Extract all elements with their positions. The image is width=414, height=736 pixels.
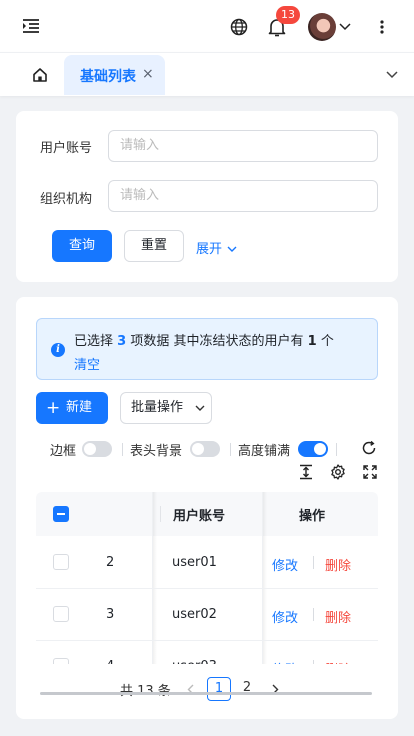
divider <box>230 443 231 456</box>
table-card: i 已选择 3 项数据 其中冻结状态的用户有 1 个 清空 + 新建 批量操作 … <box>16 297 398 719</box>
frozen-count: 1 <box>307 334 317 349</box>
settings-icon[interactable] <box>329 463 347 481</box>
reset-button[interactable]: 重置 <box>124 230 184 262</box>
row-account: user02 <box>172 607 217 622</box>
divider <box>122 443 123 456</box>
horizontal-scrollbar[interactable] <box>40 692 372 695</box>
plus-icon: + <box>46 398 61 418</box>
row-checkbox[interactable] <box>53 554 69 570</box>
tab-bar: 基础列表 × <box>0 52 414 96</box>
chevron-down-icon <box>195 405 205 411</box>
new-button[interactable]: + 新建 <box>36 392 108 424</box>
account-label: 用户账号 <box>40 141 93 156</box>
column-header-account: 用户账号 <box>173 509 226 524</box>
batch-label: 批量操作 <box>131 400 184 415</box>
header-bg-switch-label: 表头背景 <box>130 444 183 459</box>
org-input[interactable]: 请输入 <box>108 180 378 212</box>
header-bg-switch[interactable] <box>190 441 220 457</box>
globe-icon[interactable] <box>228 16 250 38</box>
table-row: 3 user02 修改 删除 <box>36 589 378 641</box>
border-switch[interactable] <box>82 441 112 457</box>
pagination: 共 13 条 1 2 <box>16 677 398 701</box>
border-switch-label: 边框 <box>50 444 77 459</box>
table-row: 2 user01 修改 删除 <box>36 537 378 589</box>
selected-count: 3 <box>117 334 127 349</box>
alert-mid: 项数据 其中冻结状态的用户有 <box>130 334 304 349</box>
selection-alert: i 已选择 3 项数据 其中冻结状态的用户有 1 个 清空 <box>36 318 378 380</box>
next-page-icon[interactable] <box>267 680 283 698</box>
page-1-button[interactable]: 1 <box>207 677 231 701</box>
fullscreen-icon[interactable] <box>361 463 379 481</box>
edit-link[interactable]: 修改 <box>272 555 298 574</box>
alert-prefix: 已选择 <box>74 334 114 349</box>
notification-badge: 13 <box>276 6 300 24</box>
new-button-label: 新建 <box>66 400 93 415</box>
divider <box>336 443 337 456</box>
row-checkbox[interactable] <box>53 658 69 664</box>
delete-link[interactable]: 删除 <box>325 555 351 574</box>
prev-page-icon[interactable] <box>182 680 198 698</box>
select-all-checkbox[interactable] <box>53 506 69 522</box>
chevron-down-icon[interactable] <box>338 20 352 34</box>
menu-fold-icon[interactable] <box>20 16 42 36</box>
chevron-down-icon[interactable] <box>384 68 400 82</box>
edit-link[interactable]: 修改 <box>272 607 298 626</box>
tab-label: 基础列表 <box>80 69 136 85</box>
row-index: 2 <box>106 555 115 570</box>
column-header-actions: 操作 <box>299 509 326 524</box>
edit-link[interactable]: 修改 <box>272 659 298 664</box>
selection-summary: 已选择 3 项数据 其中冻结状态的用户有 1 个 <box>74 330 334 349</box>
column-height-icon[interactable] <box>297 463 315 481</box>
table-row: 4 user03 修改 删除 <box>36 641 378 664</box>
home-icon[interactable] <box>18 53 62 97</box>
chevron-down-icon <box>227 246 237 252</box>
row-index: 3 <box>106 607 115 622</box>
data-table: 用户账号 操作 2 user01 修改 删除 3 user02 修改 删除 4 … <box>36 492 378 664</box>
row-account: user01 <box>172 555 217 570</box>
fill-height-switch-label: 高度铺满 <box>238 444 291 459</box>
info-icon: i <box>51 343 65 357</box>
org-label: 组织机构 <box>40 192 93 207</box>
delete-link[interactable]: 删除 <box>325 659 351 664</box>
top-header: 13 <box>0 0 414 52</box>
query-button[interactable]: 查询 <box>52 230 112 262</box>
row-account: user03 <box>172 659 217 664</box>
total-count: 共 13 条 <box>120 680 171 699</box>
delete-link[interactable]: 删除 <box>325 607 351 626</box>
row-index: 4 <box>106 659 114 664</box>
alert-suffix: 个 <box>320 334 334 349</box>
clear-selection-link[interactable]: 清空 <box>74 354 100 373</box>
table-header: 用户账号 操作 <box>36 492 378 536</box>
close-icon[interactable]: × <box>142 66 154 82</box>
more-vertical-icon[interactable] <box>374 16 390 38</box>
expand-link[interactable]: 展开 <box>196 238 237 257</box>
account-input[interactable]: 请输入 <box>108 130 378 162</box>
refresh-icon[interactable] <box>360 439 378 457</box>
batch-actions-dropdown[interactable]: 批量操作 <box>120 392 212 424</box>
page-2-button[interactable]: 2 <box>235 677 259 701</box>
expand-label: 展开 <box>196 242 223 257</box>
fill-height-switch[interactable] <box>298 441 328 457</box>
tab-basic-list[interactable]: 基础列表 × <box>64 55 165 95</box>
avatar[interactable] <box>308 13 336 41</box>
search-form-card: 用户账号 请输入 组织机构 请输入 查询 重置 展开 <box>16 111 398 282</box>
row-checkbox[interactable] <box>53 606 69 622</box>
